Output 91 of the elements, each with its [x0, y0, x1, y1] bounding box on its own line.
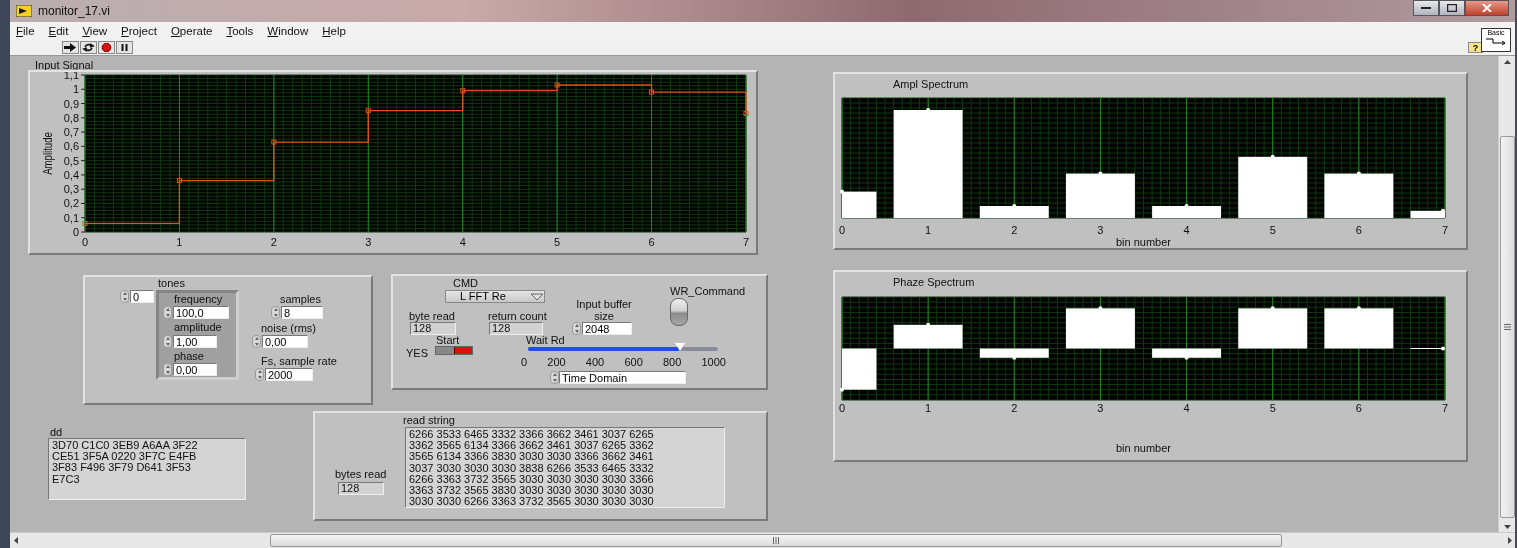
control-label: Wait Rd [526, 334, 565, 346]
value-readout: 128 [338, 482, 384, 495]
control-label: Start [436, 334, 460, 346]
control-label: return count [488, 310, 547, 322]
ring-field[interactable]: Time Domain [559, 371, 686, 384]
axis-tick-label: 3 [365, 236, 372, 248]
menu-item[interactable]: View [76, 25, 116, 37]
control-label: frequency [174, 293, 223, 305]
axis-tick-label: 3 [1097, 224, 1104, 236]
axis-tick-label: 1 [925, 402, 932, 414]
chart-title: Ampl Spectrum [893, 78, 969, 90]
numeric-field[interactable]: 2048 [582, 322, 632, 335]
axis-tick-label: 0 [81, 236, 89, 248]
axis-tick-label: 0,1 [63, 211, 79, 224]
menu-item[interactable]: File [10, 25, 43, 37]
numeric-field[interactable]: 0,00 [262, 335, 308, 348]
menu-item[interactable]: Edit [42, 25, 77, 37]
control-label: CMD [453, 277, 479, 289]
axis-tick-label: 0,4 [63, 168, 79, 181]
menu-item[interactable]: Help [316, 25, 354, 37]
menu-item[interactable]: Project [115, 25, 165, 37]
axis-tick-label: 0,3 [63, 183, 79, 196]
axis-tick-label: 1 [72, 83, 79, 96]
control-label: tones [158, 277, 185, 289]
axis-tick-label: 6 [648, 236, 655, 248]
axis-tick-label: 4 [1183, 224, 1190, 236]
control-label: byte read [409, 310, 455, 322]
slider-tick-label: 200 [547, 356, 566, 368]
axis-tick-label: 5 [1269, 224, 1276, 236]
control-label: Input buffer size [575, 298, 633, 322]
axis-tick-label: 2 [1011, 402, 1018, 414]
axis-tick-label: 6 [1355, 224, 1362, 236]
axis-title: bin number [1116, 442, 1171, 454]
numeric-field[interactable]: 1,00 [173, 335, 217, 348]
axis-tick-label: 1 [925, 224, 932, 236]
axis-tick-label: 4 [459, 236, 466, 248]
slider-tick-label: 400 [585, 356, 605, 368]
slider-tick-label: 0 [521, 356, 528, 368]
chart-title: Input Signal [35, 59, 94, 71]
axis-tick-label: 5 [554, 236, 561, 248]
numeric-field[interactable]: 100,0 [173, 306, 229, 319]
chart-title: Phaze Spectrum [893, 276, 975, 288]
axis-tick-label: 0 [838, 224, 846, 236]
text-display: 6266 3533 6465 3332 3366 3662 3461 3037 6265 3362 3565 6134 3366 3662 3461 3037 6265 3362 3565 6134 3366 3830 3030 3030 3366 3662 3461 3037 3030 3030 3030 3838 6266 3533 6465 3332 6266 3363 3732 3565 3030 3030 3030 3030 3366 3363 3732 3565 3830 3030 3030 3030 3030 3030 3030 3030 6266 3363 3732 3565 3030 3030 3030 [405, 427, 725, 508]
value-readout: 128 [489, 322, 543, 335]
axis-tick-label: 7 [1441, 224, 1449, 236]
numeric-field[interactable]: 0,00 [173, 363, 217, 376]
control-label: noise (rms) [261, 322, 316, 334]
control-label: YES [406, 347, 428, 359]
control-label: samples [280, 293, 321, 305]
menu-item[interactable]: Operate [164, 25, 221, 37]
numeric-field[interactable]: 0 [130, 290, 154, 303]
control-label: Fs, sample rate [261, 355, 337, 367]
axis-tick-label: 0,6 [63, 140, 79, 153]
help-button[interactable]: ? [1468, 42, 1483, 53]
axis-tick-label: 7 [1441, 402, 1449, 414]
axis-tick-label: 5 [1269, 402, 1276, 414]
axis-tick-label: 0,5 [63, 154, 79, 167]
axis-tick-label: 0,7 [63, 126, 79, 139]
axis-tick-label: 0 [72, 226, 79, 238]
axis-tick-label: 0 [838, 402, 846, 414]
value-readout: 128 [410, 322, 456, 335]
numeric-field[interactable]: 2000 [265, 368, 313, 381]
axis-tick-label: 2 [1011, 224, 1018, 236]
menu-item[interactable]: Tools [220, 25, 262, 37]
control-label: dd [50, 426, 63, 438]
axis-tick-label: 6 [1355, 402, 1362, 414]
window-title: monitor_17.vi [38, 4, 112, 18]
control-label: amplitude [174, 321, 222, 333]
control-label: WR_Command [670, 285, 746, 297]
slider-tick-label: 600 [624, 356, 643, 368]
text-display: 3D70 C1C0 3EB9 A6AA 3F22 CE51 3F5A 0220 3F7C E4FB 3F83 F496 3F79 D641 3F53 E7C3 [48, 438, 246, 500]
slider-tick-label: 800 [662, 356, 682, 368]
axis-title: Amplitude [40, 132, 55, 175]
axis-title: bin number [1116, 236, 1171, 248]
axis-tick-label: 0,2 [63, 197, 79, 210]
axis-tick-label: 0,8 [63, 111, 79, 124]
axis-tick-label: 0,9 [63, 97, 79, 110]
menu-item[interactable]: Window [261, 25, 317, 37]
control-label: read string [403, 414, 455, 426]
dropdown[interactable]: L FFT Re [445, 290, 545, 303]
control-label: bytes read [335, 468, 387, 480]
numeric-field[interactable]: 8 [281, 306, 323, 319]
slider-tick-label: 1000 [701, 356, 726, 368]
axis-tick-label: 4 [1183, 402, 1190, 414]
axis-tick-label: 1 [176, 236, 183, 248]
axis-tick-label: 7 [742, 236, 750, 248]
control-label: phase [174, 350, 204, 362]
axis-tick-label: 1,1 [63, 72, 79, 81]
axis-tick-label: 2 [270, 236, 277, 248]
axis-tick-label: 3 [1097, 402, 1104, 414]
